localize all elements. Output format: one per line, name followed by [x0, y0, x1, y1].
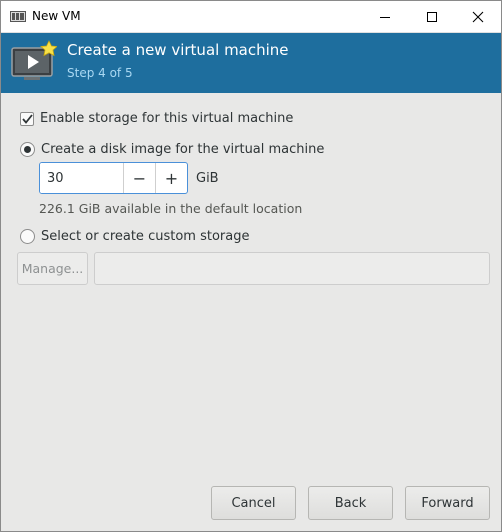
disk-size-input[interactable]: [40, 163, 123, 193]
close-button[interactable]: [455, 1, 501, 32]
wizard-header: Create a new virtual machine Step 4 of 5: [1, 33, 501, 93]
cancel-button[interactable]: Cancel: [211, 486, 296, 520]
back-button[interactable]: Back: [308, 486, 393, 520]
minus-icon: −: [132, 168, 147, 188]
wizard-step: Step 4 of 5: [67, 66, 133, 80]
decrement-button[interactable]: −: [123, 163, 155, 193]
disk-size-spinner[interactable]: − +: [39, 162, 188, 194]
minimize-button[interactable]: [362, 1, 408, 32]
close-icon: [472, 11, 484, 22]
maximize-button[interactable]: [409, 1, 455, 32]
maximize-icon: [427, 11, 437, 22]
vm-manager-icon: [10, 11, 26, 22]
available-space-text: 226.1 GiB available in the default locat…: [39, 201, 303, 216]
custom-storage-label: Select or create custom storage: [41, 229, 250, 244]
minimize-icon: [380, 16, 390, 18]
enable-storage-label: Enable storage for this virtual machine: [40, 111, 294, 126]
create-disk-row[interactable]: Create a disk image for the virtual mach…: [20, 142, 324, 157]
enable-storage-row[interactable]: Enable storage for this virtual machine: [20, 111, 293, 126]
checkmark-icon: [22, 113, 33, 124]
window-title: New VM: [32, 9, 81, 23]
title-bar: New VM: [1, 1, 501, 33]
create-disk-radio[interactable]: [20, 142, 35, 157]
enable-storage-checkbox[interactable]: [20, 111, 34, 126]
new-vm-window: New VM Create a new virtual machine Step…: [0, 0, 502, 532]
vm-screen-star-icon: [11, 40, 58, 84]
disk-size-unit: GiB: [196, 171, 219, 186]
custom-storage-path-input[interactable]: [94, 252, 490, 285]
manage-button[interactable]: Manage...: [17, 252, 88, 285]
plus-icon: +: [164, 168, 179, 188]
wizard-title: Create a new virtual machine: [67, 41, 289, 59]
custom-storage-radio[interactable]: [20, 229, 35, 244]
forward-button[interactable]: Forward: [405, 486, 490, 520]
increment-button[interactable]: +: [155, 163, 187, 193]
create-disk-label: Create a disk image for the virtual mach…: [41, 142, 325, 157]
custom-storage-row[interactable]: Select or create custom storage: [20, 229, 249, 244]
